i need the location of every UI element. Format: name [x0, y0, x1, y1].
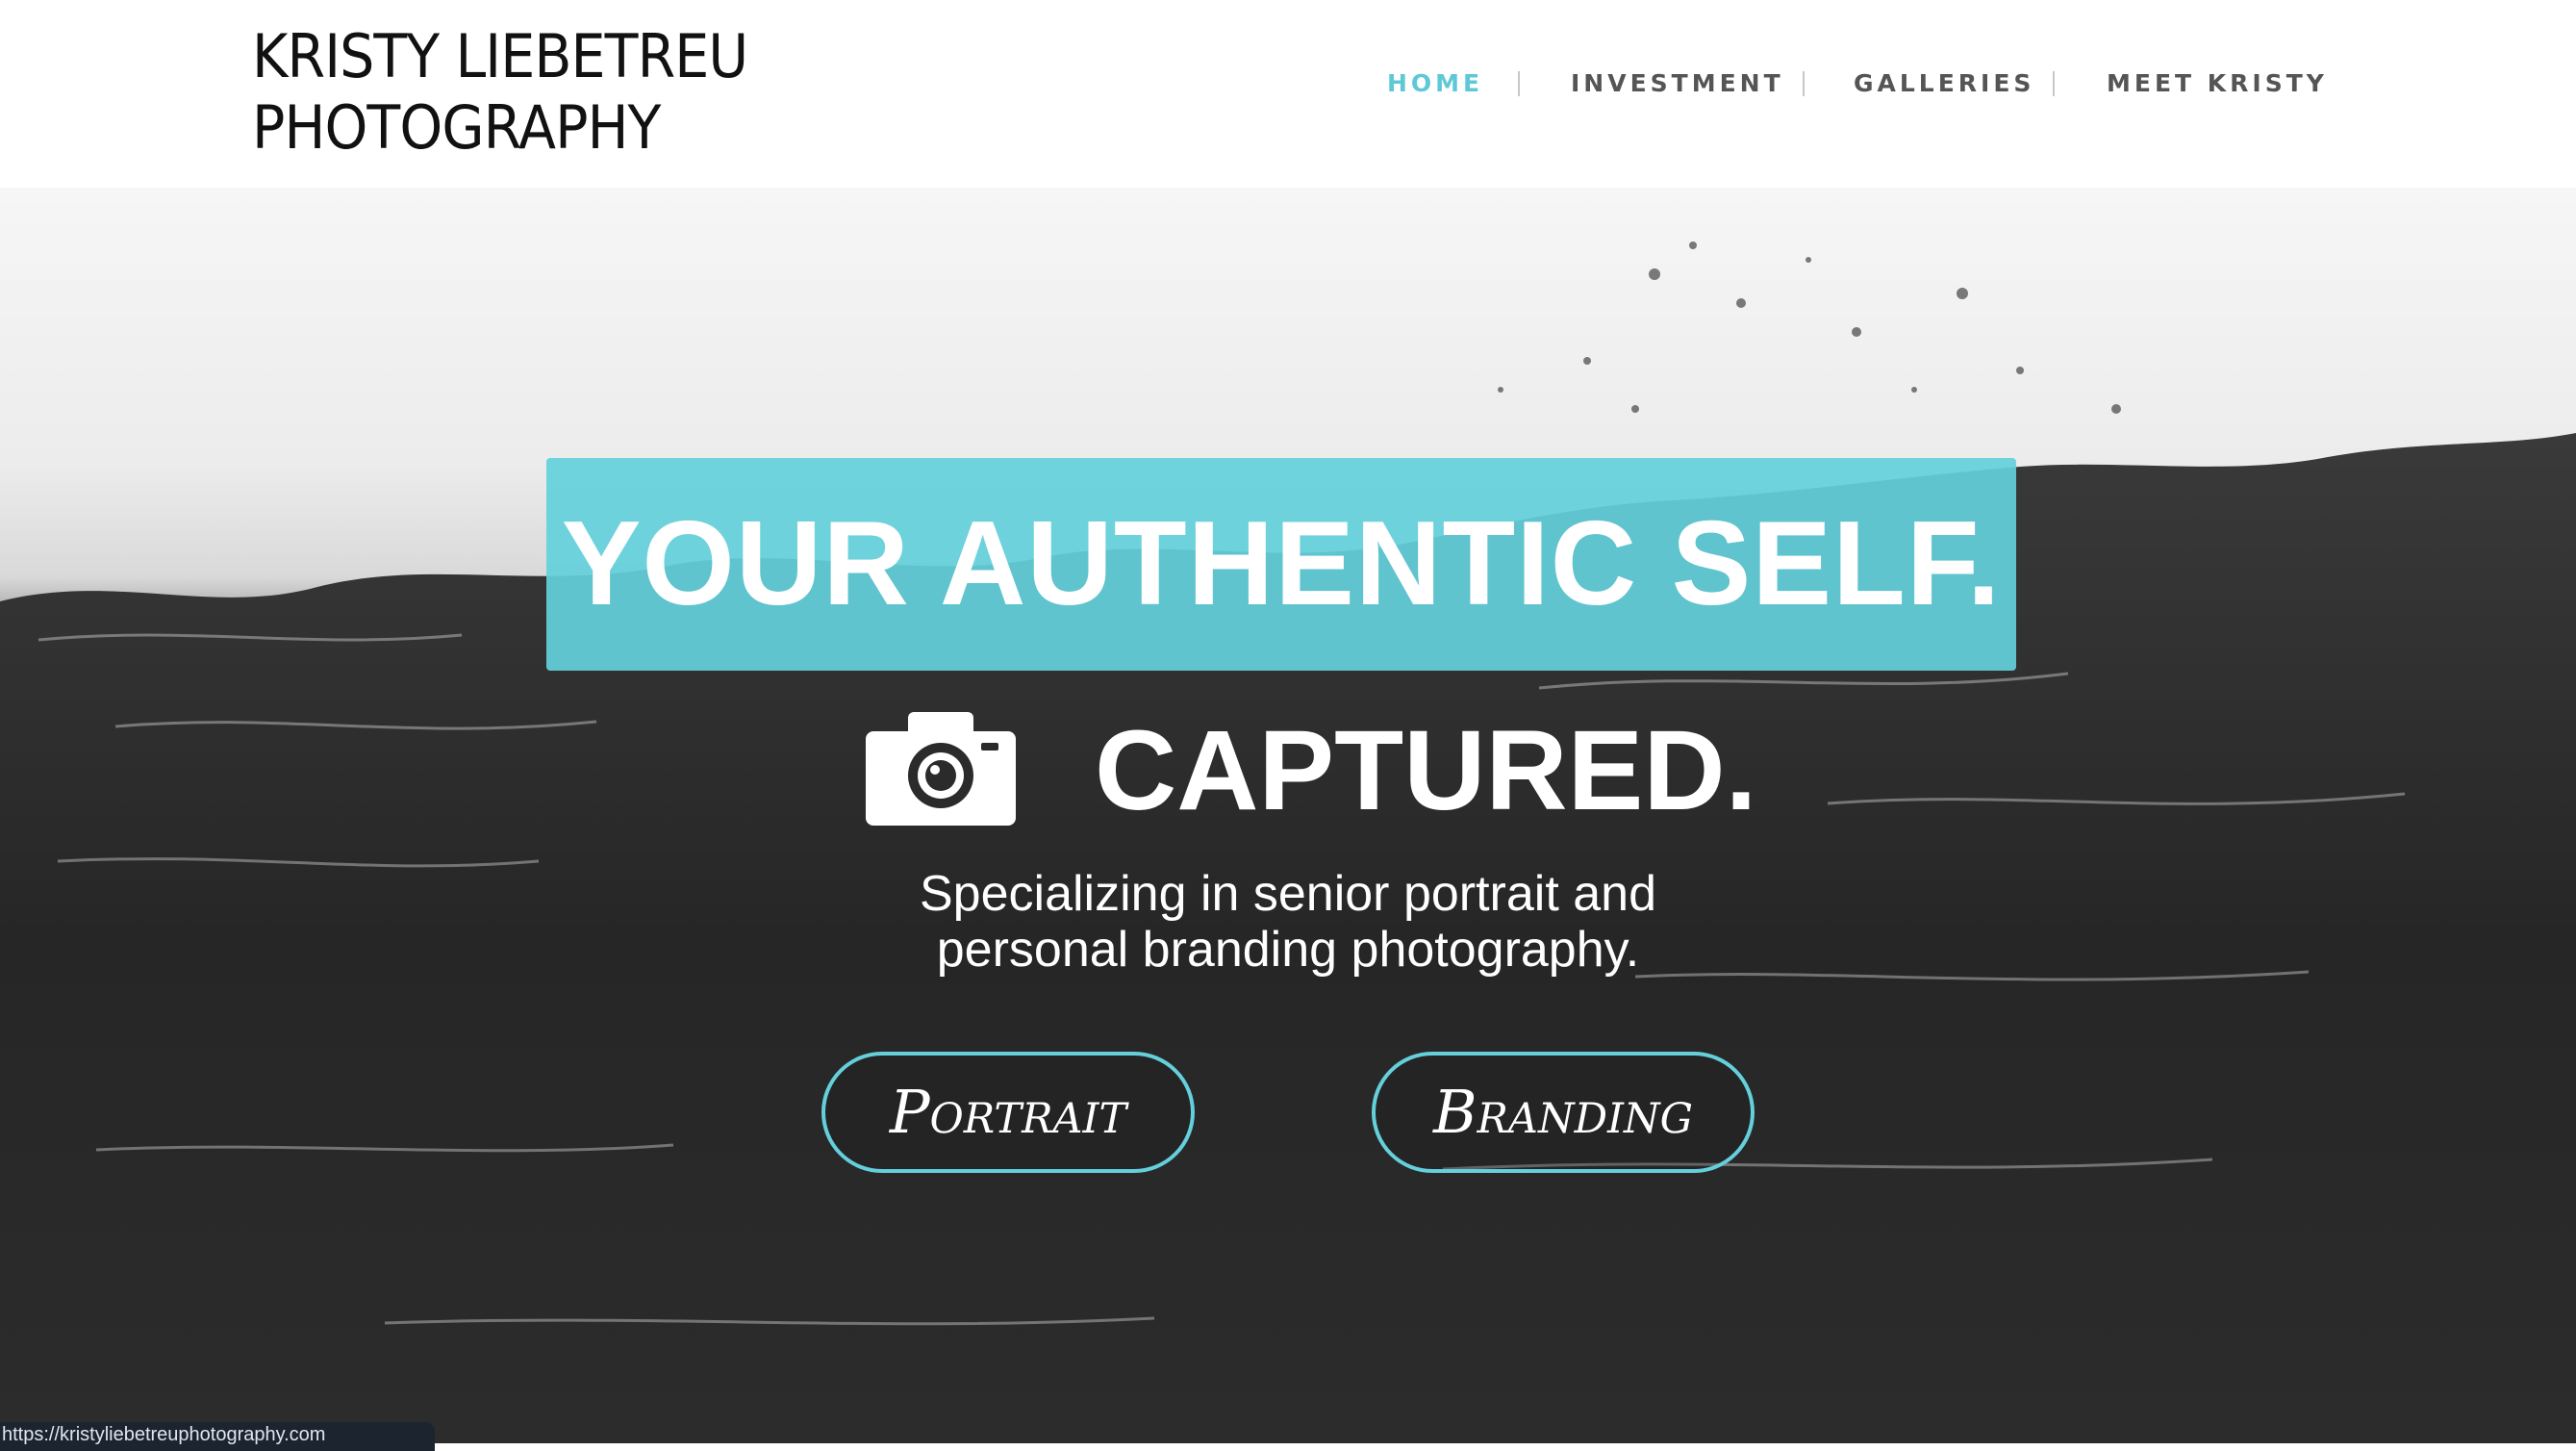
- logo-line-2: PHOTOGRAPHY: [252, 92, 661, 163]
- nav-meet-kristy[interactable]: MEET KRISTY: [2107, 69, 2328, 97]
- nav-separator: [2053, 71, 2055, 96]
- camera-icon: [866, 712, 1016, 826]
- hero-captured: CAPTURED.: [1095, 707, 1757, 834]
- nav-home[interactable]: HOME: [1387, 69, 1483, 97]
- branding-button[interactable]: Branding: [1372, 1052, 1755, 1173]
- hero-headline: YOUR AUTHENTIC SELF.: [561, 497, 2002, 630]
- link-status-bar: https://kristyliebetreuphotography.com: [0, 1422, 435, 1451]
- logo-line-1: KRISTY LIEBETREU: [252, 21, 748, 91]
- hero-section: YOUR AUTHENTIC SELF. CAPTURED. Specializ…: [0, 188, 2576, 1443]
- tagline-line-2: personal branding photography.: [936, 922, 1640, 978]
- site-logo[interactable]: KRISTY LIEBETREU PHOTOGRAPHY: [252, 21, 748, 164]
- nav-separator: [1803, 71, 1805, 96]
- tagline-line-1: Specializing in senior portrait and: [920, 866, 1656, 922]
- hero-tagline: Specializing in senior portrait and pers…: [759, 866, 1817, 978]
- portrait-button[interactable]: Portrait: [821, 1052, 1195, 1173]
- nav-galleries[interactable]: GALLERIES: [1854, 69, 2034, 97]
- headline-band: YOUR AUTHENTIC SELF.: [546, 458, 2016, 671]
- captured-row: CAPTURED.: [866, 708, 1828, 856]
- main-nav: HOME INVESTMENT GALLERIES MEET KRISTY: [1347, 69, 2324, 108]
- site-header: KRISTY LIEBETREU PHOTOGRAPHY HOME INVEST…: [0, 0, 2576, 188]
- nav-separator: [1518, 71, 1520, 96]
- nav-investment[interactable]: INVESTMENT: [1571, 69, 1784, 97]
